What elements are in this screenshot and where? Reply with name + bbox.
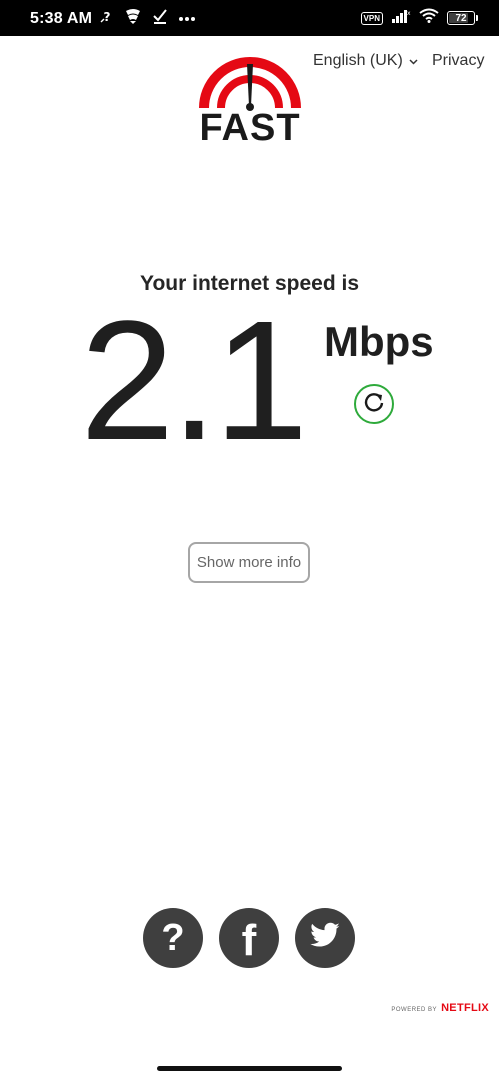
refresh-icon <box>363 391 385 418</box>
fast-logo[interactable]: FAST <box>194 52 306 152</box>
language-label: English (UK) <box>313 52 403 69</box>
svg-text:?: ? <box>104 10 111 24</box>
privacy-link[interactable]: Privacy <box>432 52 484 70</box>
status-time: 5:38 AM <box>30 10 93 27</box>
twitter-icon <box>309 922 341 955</box>
show-more-info-button[interactable]: Show more info <box>188 542 310 583</box>
speed-unit: Mbps <box>324 318 434 365</box>
status-bar: 5:38 AM ? VPN x 72 <box>0 0 499 36</box>
wifi-icon <box>419 8 439 28</box>
facebook-icon: f <box>241 916 257 965</box>
battery-level: 72 <box>455 12 467 24</box>
shield-signal-icon <box>124 7 142 30</box>
twitter-button[interactable] <box>295 908 355 968</box>
chevron-down-icon <box>409 52 418 70</box>
help-button[interactable]: ? <box>143 908 203 968</box>
powered-by-label: POWERED BY <box>391 1007 438 1013</box>
language-select[interactable]: English (UK) <box>313 52 418 70</box>
home-indicator[interactable] <box>157 1066 342 1071</box>
social-buttons: ? f <box>143 908 355 968</box>
speed-value: 2.1 <box>80 286 308 476</box>
refresh-button[interactable] <box>354 384 394 424</box>
powered-by-netflix[interactable]: POWERED BY NETFLIX <box>391 1002 489 1014</box>
cellular-signal-icon: x <box>391 9 411 28</box>
help-icon: ? <box>161 917 185 959</box>
svg-text:x: x <box>407 10 411 17</box>
vpn-icon: VPN <box>360 11 383 25</box>
logo-text: FAST <box>199 107 301 149</box>
netflix-logo: NETFLIX <box>441 1002 489 1014</box>
more-dots-icon <box>178 9 196 27</box>
status-right-icons: VPN x 72 <box>360 8 478 28</box>
status-left-icons: ? <box>100 8 196 28</box>
check-icon <box>152 8 168 29</box>
question-icon: ? <box>100 8 114 29</box>
facebook-button[interactable]: f <box>219 908 279 968</box>
speedometer-icon <box>199 57 301 111</box>
battery-icon: 72 <box>447 11 478 25</box>
